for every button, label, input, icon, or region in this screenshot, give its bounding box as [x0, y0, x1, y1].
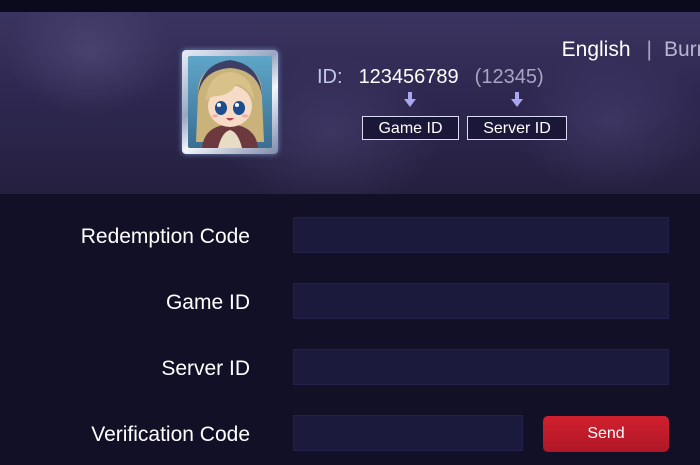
profile-banner: English | Burmese	[0, 12, 700, 194]
server-id-tag: Server ID	[467, 116, 567, 140]
top-bar	[0, 0, 700, 12]
game-id-value: 123456789	[358, 66, 459, 88]
language-separator: |	[646, 38, 652, 61]
id-label: ID:	[317, 66, 343, 88]
avatar-frame	[182, 50, 278, 154]
game-id-label: Game ID	[165, 291, 250, 314]
verification-code-input[interactable]	[293, 415, 523, 451]
redemption-code-input[interactable]	[293, 217, 669, 253]
verification-code-label: Verification Code	[91, 423, 250, 446]
language-burmese-option[interactable]: Burmese	[664, 38, 700, 62]
server-id-value: (12345)	[474, 66, 544, 88]
game-id-tag: Game ID	[362, 116, 459, 140]
hero-avatar-icon	[188, 56, 272, 148]
send-button[interactable]: Send	[543, 416, 669, 452]
redemption-code-label: Redemption Code	[80, 225, 250, 248]
down-arrow-icon	[404, 92, 416, 107]
server-id-label: Server ID	[161, 357, 250, 380]
player-id-row: ID: 123456789 (12345)	[317, 66, 544, 89]
down-arrow-icon	[511, 92, 523, 107]
server-id-input[interactable]	[293, 349, 669, 385]
language-switcher: English | Burmese	[562, 38, 700, 62]
language-english-option[interactable]: English	[562, 38, 631, 62]
game-id-input[interactable]	[293, 283, 669, 319]
